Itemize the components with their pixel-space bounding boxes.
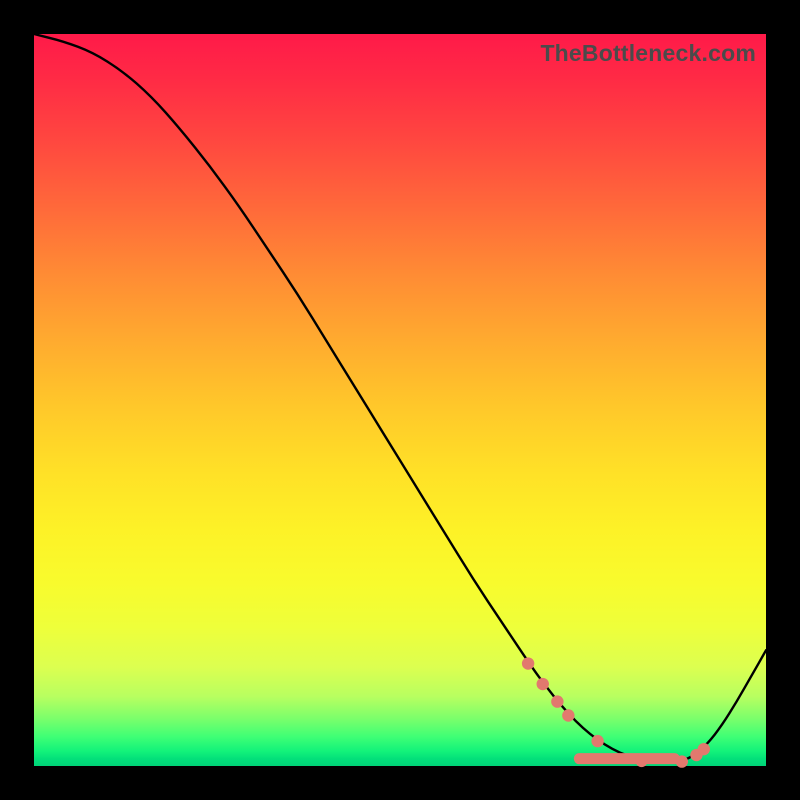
highlight-dot	[591, 735, 603, 747]
highlight-dot	[522, 657, 534, 669]
chart-frame: TheBottleneck.com	[0, 0, 800, 800]
bottleneck-curve	[34, 34, 766, 763]
chart-overlay	[34, 34, 766, 766]
highlight-dot	[551, 695, 563, 707]
highlight-dot	[698, 743, 710, 755]
highlight-dot	[562, 709, 574, 721]
highlight-dot	[676, 755, 688, 767]
highlight-dot	[635, 755, 647, 767]
highlight-dot	[537, 678, 549, 690]
plot-area: TheBottleneck.com	[34, 34, 766, 766]
